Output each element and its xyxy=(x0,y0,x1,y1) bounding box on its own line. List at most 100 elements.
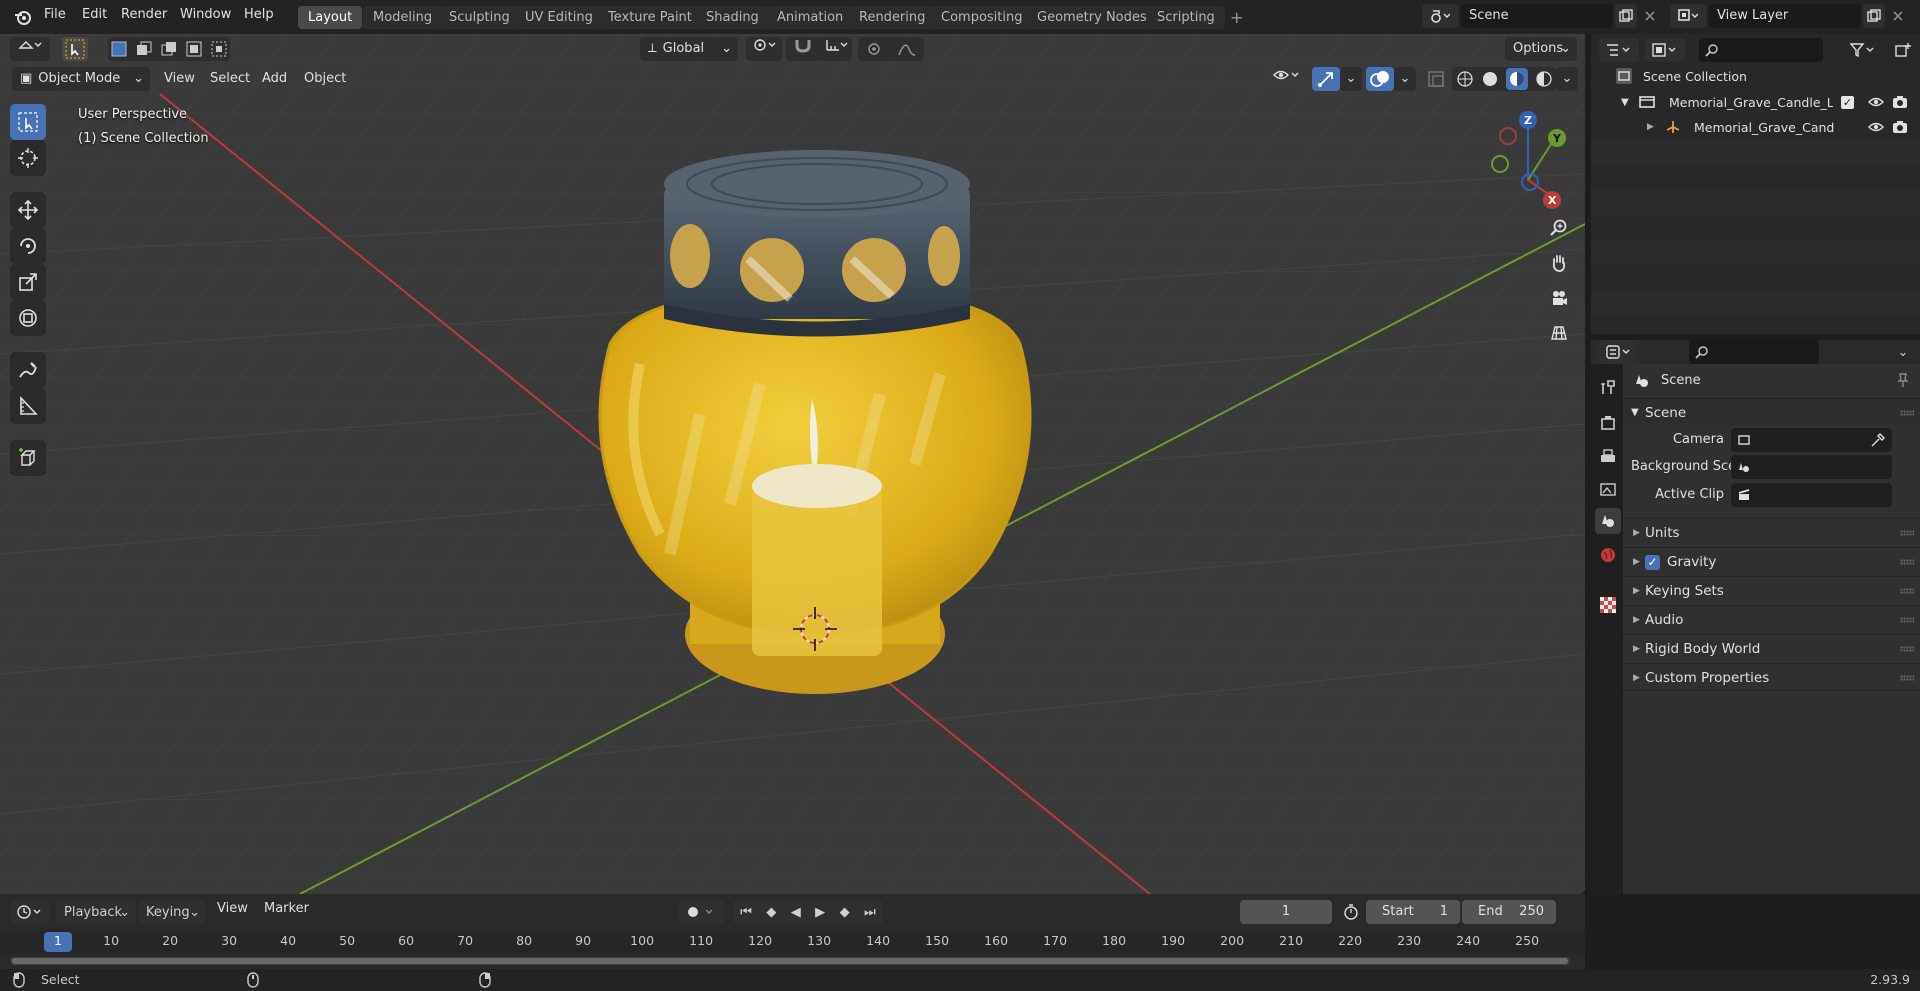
gravity-checkbox[interactable]: ✓ xyxy=(1645,555,1660,570)
background-scene-field[interactable] xyxy=(1731,455,1892,479)
camera-view-icon[interactable] xyxy=(1544,283,1574,313)
tab-geometry-nodes[interactable]: Geometry Nodes xyxy=(1027,6,1157,29)
menu-add[interactable]: Add xyxy=(256,67,293,91)
object-mode-dropdown[interactable]: ▣ Object Mode ⌄ xyxy=(12,67,150,91)
tab-shading[interactable]: Shading xyxy=(696,6,769,29)
tab-scripting[interactable]: Scripting xyxy=(1147,6,1225,29)
scene-browse-button[interactable] xyxy=(1422,4,1458,28)
panel-header-audio[interactable]: ▶ Audio xyxy=(1623,605,1920,633)
eye-icon[interactable] xyxy=(1868,96,1884,108)
camera-field[interactable] xyxy=(1731,428,1892,452)
scrollbar-thumb[interactable] xyxy=(12,958,1568,964)
rendered-shading-icon[interactable] xyxy=(1535,70,1553,88)
filter-dropdown[interactable] xyxy=(1845,38,1881,62)
proportional-editing-icon[interactable] xyxy=(866,41,882,57)
panel-header-custom-properties[interactable]: ▶ Custom Properties xyxy=(1623,663,1920,691)
tab-animation[interactable]: Animation xyxy=(767,6,854,29)
blender-logo-icon[interactable] xyxy=(14,8,32,26)
outliner-row-object[interactable]: ▶ Memorial_Grave_Candle_ xyxy=(1591,115,1920,140)
panel-header-rigid-body-world[interactable]: ▶ Rigid Body World xyxy=(1623,634,1920,662)
tab-texture[interactable] xyxy=(1595,592,1621,618)
display-mode-dropdown[interactable] xyxy=(1645,38,1685,62)
drag-grip-icon[interactable] xyxy=(1900,530,1914,536)
tab-modeling[interactable]: Modeling xyxy=(363,6,443,29)
3d-viewport[interactable]: Z Y X ⟂ Global ⌄ Options ⌄ ▣ Object Mode… xyxy=(0,34,1585,894)
add-workspace-button[interactable]: + xyxy=(1220,6,1253,29)
scale-tool[interactable] xyxy=(10,264,46,300)
select-new-icon[interactable] xyxy=(110,40,128,58)
exclude-checkbox[interactable]: ✓ xyxy=(1841,96,1854,109)
outliner-row-collection[interactable]: ▼ Memorial_Grave_Candle_Lam ✓ xyxy=(1591,90,1920,115)
material-preview-shading-icon[interactable] xyxy=(1505,68,1528,90)
select-intersect-icon[interactable] xyxy=(210,40,228,58)
gizmo-toggle[interactable] xyxy=(1312,67,1340,91)
transform-tool[interactable] xyxy=(10,300,46,336)
duplicate-scene-icon[interactable] xyxy=(1615,4,1637,28)
transform-orientation-dropdown[interactable]: ⟂ Global ⌄ xyxy=(640,37,738,61)
shading-dropdown[interactable]: ⌄ xyxy=(1556,67,1578,91)
timeline-scrollbar[interactable] xyxy=(10,957,1570,965)
menu-window[interactable]: Window xyxy=(180,7,231,22)
measure-tool[interactable] xyxy=(10,388,46,424)
menu-help[interactable]: Help xyxy=(244,7,274,22)
orthographic-grid-icon[interactable] xyxy=(1544,318,1574,348)
outliner-search-input[interactable] xyxy=(1699,38,1823,62)
new-collection-icon[interactable] xyxy=(1891,38,1915,62)
delete-scene-icon[interactable] xyxy=(1639,4,1661,28)
xray-toggle[interactable] xyxy=(1424,67,1448,91)
drag-grip-icon[interactable] xyxy=(1900,559,1914,565)
select-box-tool[interactable] xyxy=(10,104,46,140)
menu-render[interactable]: Render xyxy=(121,7,167,22)
active-clip-field[interactable] xyxy=(1731,483,1892,507)
overlays-dropdown[interactable]: ⌄ xyxy=(1394,67,1416,91)
tab-world[interactable] xyxy=(1595,542,1621,568)
outliner-row-scene-collection[interactable]: Scene Collection xyxy=(1591,64,1920,89)
tab-layout[interactable]: Layout xyxy=(298,6,363,29)
drag-grip-icon[interactable] xyxy=(1900,675,1914,681)
editor-type-button[interactable] xyxy=(10,37,50,61)
pan-hand-icon[interactable] xyxy=(1544,248,1574,278)
select-tool-mode-button[interactable] xyxy=(62,37,88,61)
menu-edit[interactable]: Edit xyxy=(82,7,107,22)
tab-tool[interactable] xyxy=(1595,374,1621,400)
tab-render[interactable] xyxy=(1595,410,1621,436)
view-layer-name-field[interactable]: View Layer xyxy=(1709,4,1861,28)
tab-compositing[interactable]: Compositing xyxy=(931,6,1033,29)
drag-grip-icon[interactable] xyxy=(1900,617,1914,623)
panel-header-keying-sets[interactable]: ▶ Keying Sets xyxy=(1623,576,1920,604)
scene-name-field[interactable]: Scene xyxy=(1461,4,1613,28)
select-invert-icon[interactable] xyxy=(185,40,203,58)
render-camera-icon[interactable] xyxy=(1892,95,1908,109)
rotate-tool[interactable] xyxy=(10,228,46,264)
eyedropper-icon[interactable] xyxy=(1870,432,1886,448)
gizmo-dropdown[interactable]: ⌄ xyxy=(1340,67,1362,91)
properties-options-dropdown[interactable]: ⌄ xyxy=(1891,340,1915,364)
delete-view-layer-icon[interactable] xyxy=(1887,4,1909,28)
tab-texture-paint[interactable]: Texture Paint xyxy=(598,6,702,29)
falloff-curve-icon[interactable] xyxy=(897,41,917,57)
tab-rendering[interactable]: Rendering xyxy=(849,6,936,29)
disclosure-open-icon[interactable]: ▼ xyxy=(1621,90,1629,115)
tab-sculpting[interactable]: Sculpting xyxy=(439,6,520,29)
snap-target-dropdown[interactable] xyxy=(818,37,852,61)
solid-shading-icon[interactable] xyxy=(1481,70,1499,88)
drag-grip-icon[interactable] xyxy=(1900,410,1914,416)
panel-header-units[interactable]: ▶ Units xyxy=(1623,518,1920,546)
menu-select[interactable]: Select xyxy=(204,67,256,91)
render-camera-icon[interactable] xyxy=(1892,120,1908,134)
zoom-icon[interactable] xyxy=(1544,213,1574,243)
add-cube-tool[interactable] xyxy=(10,440,46,476)
disclosure-closed-icon[interactable]: ▶ xyxy=(1647,115,1654,140)
tab-uv-editing[interactable]: UV Editing xyxy=(515,6,603,29)
drag-grip-icon[interactable] xyxy=(1900,646,1914,652)
properties-search-input[interactable] xyxy=(1689,340,1819,364)
duplicate-view-layer-icon[interactable] xyxy=(1863,4,1885,28)
select-extend-icon[interactable] xyxy=(135,40,153,58)
overlays-toggle[interactable] xyxy=(1366,67,1394,91)
menu-object[interactable]: Object xyxy=(298,67,352,91)
menu-view[interactable]: View xyxy=(158,67,201,91)
panel-header-scene[interactable]: ▼ Scene xyxy=(1623,398,1920,426)
wireframe-shading-icon[interactable] xyxy=(1456,70,1474,88)
properties-editor-type-button[interactable] xyxy=(1599,340,1639,364)
drag-grip-icon[interactable] xyxy=(1900,588,1914,594)
